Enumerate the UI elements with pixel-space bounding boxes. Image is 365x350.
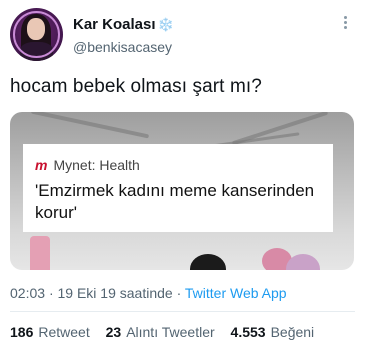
likes-count: 4.553	[230, 324, 266, 340]
card-source-label: Mynet: Health	[53, 157, 140, 173]
snowflake-icon: ❄️	[157, 17, 174, 32]
tweet-header: Kar Koalası ❄️ @benkisacasey	[10, 6, 355, 66]
quotes-count: 23	[105, 324, 122, 340]
meta-separator: ·	[176, 285, 182, 301]
quotes-label: Alıntı Tweetler	[126, 324, 215, 340]
client-link[interactable]: Twitter Web App	[185, 285, 287, 301]
quotes-stat[interactable]: 23 Alıntı Tweetler	[106, 324, 215, 340]
avatar[interactable]	[10, 8, 63, 61]
link-card[interactable]: m Mynet: Health 'Emzirmek kadını meme kan…	[23, 144, 333, 232]
display-name-text[interactable]: Kar Koalası	[73, 16, 156, 33]
user-handle[interactable]: @benkisacasey	[73, 39, 172, 55]
mynet-logo-icon: m	[35, 157, 48, 173]
retweets-label: Retweet	[38, 324, 90, 340]
divider	[10, 311, 355, 312]
retweets-stat[interactable]: 186 Retweet	[10, 324, 90, 340]
card-headline: 'Emzirmek kadını meme kanserinden korur'	[35, 181, 315, 222]
tweet-stats: 186 Retweet 23 Alıntı Tweetler 4.553 Beğeni	[10, 324, 326, 340]
tweet-text: hocam bebek olması şart mı?	[10, 76, 262, 97]
meta-separator: ·	[48, 285, 54, 301]
retweets-count: 186	[10, 324, 34, 340]
tweet-date[interactable]: 19 Eki 19 saatinde	[58, 285, 173, 301]
display-name[interactable]: Kar Koalası ❄️	[73, 16, 174, 33]
tweet-meta: 02:03 · 19 Eki 19 saatinde · Twitter Web…	[10, 285, 287, 301]
likes-stat[interactable]: 4.553 Beğeni	[231, 324, 315, 340]
likes-label: Beğeni	[270, 324, 315, 340]
card-source: m Mynet: Health	[35, 157, 140, 173]
more-vertical-icon[interactable]	[337, 14, 353, 34]
tweet-time[interactable]: 02:03	[10, 285, 45, 301]
